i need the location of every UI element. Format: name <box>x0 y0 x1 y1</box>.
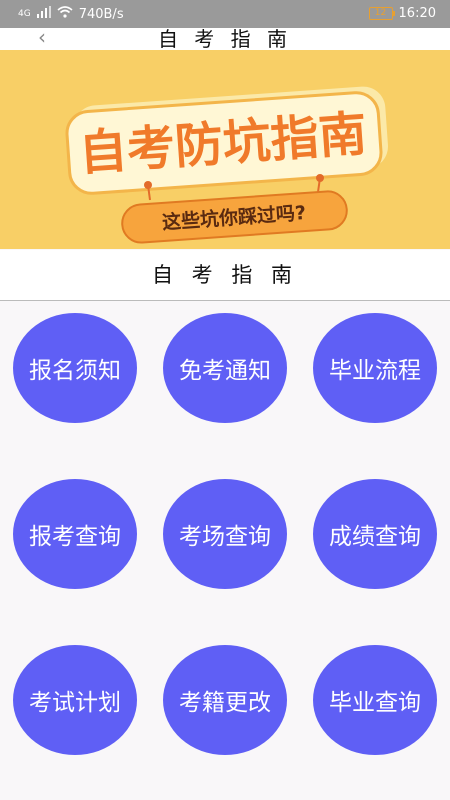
clock: 16:20 <box>398 6 436 21</box>
status-bar: 4G 740B/s 12 16:20 <box>0 0 450 28</box>
menu-grid: 报名须知 免考通知 毕业流程 报考查询 考场查询 成绩查询 考试计划 考籍更改 … <box>0 301 450 800</box>
wifi-icon <box>57 6 73 22</box>
menu-item-score-query[interactable]: 成绩查询 <box>313 479 437 589</box>
battery-icon: 12 <box>368 7 395 20</box>
menu-item-registration-notice[interactable]: 报名须知 <box>13 313 137 423</box>
network-speed: 740B/s <box>78 6 124 22</box>
menu-item-exam-plan[interactable]: 考试计划 <box>13 645 137 755</box>
menu-item-application-query[interactable]: 报考查询 <box>13 479 137 589</box>
banner-graphic: 自考防坑指南 这些坑你踩过吗? <box>65 86 388 244</box>
section-title: 自 考 指 南 <box>0 250 450 301</box>
signal-icon <box>36 6 51 22</box>
menu-item-graduation-process[interactable]: 毕业流程 <box>313 313 437 423</box>
banner[interactable]: 自考防坑指南 这些坑你踩过吗? <box>0 50 450 249</box>
page-title: 自 考 指 南 <box>157 27 293 51</box>
menu-item-registration-change[interactable]: 考籍更改 <box>163 645 287 755</box>
title-bar: ‹ 自 考 指 南 <box>0 25 450 51</box>
menu-item-graduation-query[interactable]: 毕业查询 <box>313 645 437 755</box>
menu-item-exam-venue-query[interactable]: 考场查询 <box>163 479 287 589</box>
menu-item-exemption-notice[interactable]: 免考通知 <box>163 313 287 423</box>
battery-level: 12 <box>374 8 387 18</box>
network-type: 4G <box>18 8 31 19</box>
